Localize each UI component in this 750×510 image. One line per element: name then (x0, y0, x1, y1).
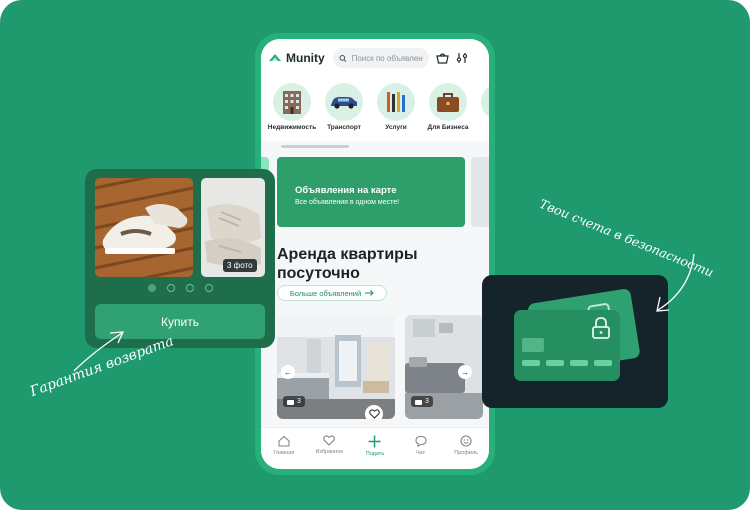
product-photo-main[interactable] (95, 178, 193, 277)
payment-security-card (482, 275, 668, 408)
listing-card[interactable]: 3 ← (277, 315, 395, 419)
phone-mockup: Munity Поиск по объявлен Недвижимость Тр… (255, 33, 495, 475)
tab-label: Подать (365, 451, 385, 457)
tab-home[interactable]: Главная (264, 435, 304, 469)
photo-count: 3 (425, 398, 429, 405)
building-icon (273, 83, 311, 121)
category-more[interactable]: Д (477, 83, 489, 141)
arrow-to-buy-icon (73, 331, 125, 372)
tab-post-ad[interactable]: Подать (355, 435, 395, 469)
more-listings-label: Больше объявлений (289, 288, 362, 298)
sneakers-image (95, 178, 193, 277)
car-icon (325, 83, 363, 121)
heart-outline-icon (368, 409, 380, 419)
camera-icon (287, 399, 294, 405)
logo[interactable]: Munity (268, 51, 325, 65)
favorite-button[interactable] (365, 405, 383, 419)
app-screen: Munity Поиск по объявлен Недвижимость Тр… (261, 39, 489, 469)
category-label: Транспорт (327, 124, 361, 131)
category-business[interactable]: Для Бизнеса (425, 83, 471, 141)
carousel-dot-2[interactable] (167, 284, 175, 292)
arrow-right-icon (365, 290, 374, 296)
ladder-icon (481, 83, 489, 121)
tab-label: Избранное (315, 449, 344, 455)
tab-chat[interactable]: Чат (401, 435, 441, 469)
tab-profile[interactable]: Профиль (446, 435, 486, 469)
bottom-tab-bar: Главная Избранное Подать Чат Профиль (261, 427, 489, 469)
carousel-dot-4[interactable] (205, 284, 213, 292)
filter-icon[interactable] (455, 51, 469, 65)
photos-count-badge: 3 фото (223, 259, 257, 272)
product-card: 3 фото Купить (85, 169, 275, 348)
carousel-dot-1[interactable] (148, 284, 156, 292)
brand-name: Munity (286, 51, 325, 65)
carousel-dots (148, 284, 213, 292)
tab-label: Главная (273, 450, 295, 456)
camera-icon (415, 399, 422, 405)
tools-icon (377, 83, 415, 121)
next-photo-button[interactable]: → (458, 365, 472, 379)
category-realty[interactable]: Недвижимость (267, 83, 317, 141)
category-scroll-indicator (281, 145, 349, 148)
listing-card[interactable]: 3 → (405, 315, 483, 419)
tab-favorites[interactable]: Избранное (309, 435, 349, 469)
plus-icon (368, 435, 381, 448)
logo-mark-icon (269, 54, 281, 61)
banner-subtitle: Все объявления в одном месте! (295, 199, 400, 206)
chat-icon (415, 435, 427, 447)
photo-count-badge: 3 (411, 396, 433, 407)
section-title: Аренда квартиры посуточно (277, 246, 418, 282)
home-icon (278, 435, 290, 447)
tab-label: Профиль (454, 450, 479, 456)
prev-photo-button[interactable]: ← (281, 365, 295, 379)
tab-label: Чат (416, 450, 426, 456)
photo-count-badge: 3 (283, 396, 305, 407)
credit-cards-illustration (514, 289, 640, 381)
category-label: Для Бизнеса (427, 124, 469, 131)
heart-icon (323, 435, 336, 446)
search-input[interactable]: Поиск по объявлен (332, 48, 429, 68)
category-label: Недвижимость (267, 124, 317, 131)
basket-icon[interactable] (436, 51, 450, 65)
photo-count: 3 (297, 398, 301, 405)
promo-canvas: Munity Поиск по объявлен Недвижимость Тр… (0, 0, 750, 510)
category-transport[interactable]: Транспорт (321, 83, 367, 141)
map-banner[interactable]: Объявления на карте Все объявления в одн… (277, 157, 465, 227)
arrow-to-cards-icon (656, 253, 695, 312)
carousel-dot-3[interactable] (186, 284, 194, 292)
more-listings-button[interactable]: Больше объявлений (277, 285, 387, 301)
smile-icon (460, 435, 472, 447)
search-icon (339, 54, 347, 62)
briefcase-icon (429, 83, 467, 121)
category-strip: Недвижимость Транспорт Услуги Для Бизнес… (261, 77, 489, 141)
banner-peek-right[interactable] (471, 157, 489, 227)
category-label: Услуги (385, 124, 407, 131)
app-header: Munity Поиск по объявлен (261, 39, 489, 77)
banner-title: Объявления на карте (295, 185, 397, 196)
category-services[interactable]: Услуги (373, 83, 419, 141)
search-placeholder: Поиск по объявлен (351, 53, 423, 63)
